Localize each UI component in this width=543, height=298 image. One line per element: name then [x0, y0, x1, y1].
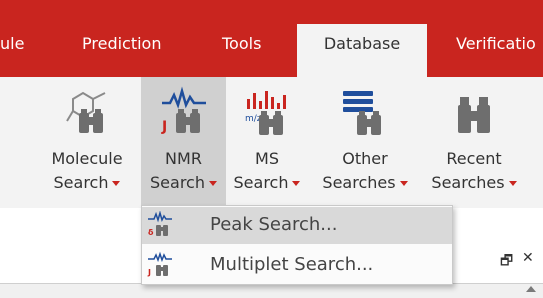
list-binoculars-icon [343, 91, 381, 135]
recent-searches-label-2: Searches [424, 173, 524, 193]
other-searches-button[interactable]: Other Searches [316, 77, 414, 208]
binoculars-icon [458, 97, 490, 133]
nmr-search-button[interactable]: J NMR Search [141, 77, 226, 208]
float-panel-icon[interactable]: 🗗 [500, 250, 513, 274]
scroll-up-icon[interactable] [526, 286, 536, 292]
svg-text:J: J [161, 119, 167, 135]
panel-header-strip [0, 284, 543, 298]
svg-text:δ: δ [148, 228, 154, 237]
svg-text:J: J [147, 268, 151, 277]
nmr-search-dropdown: δ Peak Search... J Multiplet Search... [141, 205, 453, 285]
molecule-binoculars-icon [66, 91, 106, 133]
chevron-down-icon [112, 181, 121, 186]
ms-search-label-2: Search [230, 173, 304, 193]
recent-searches-label-1: Recent [446, 149, 502, 168]
other-searches-label-2: Searches [316, 173, 414, 193]
multiplet-search-label: Multiplet Search... [210, 254, 374, 275]
tab-molecule[interactable]: ule [0, 34, 24, 53]
ribbon-tab-bar: ule Prediction Tools Database Verificati… [0, 0, 543, 77]
nmr-binoculars-icon: J [161, 86, 206, 135]
molecule-search-label-2: Search [44, 173, 130, 193]
ms-binoculars-icon: m/z [245, 91, 286, 135]
menu-item-multiplet-search[interactable]: J Multiplet Search... [142, 247, 452, 284]
close-panel-icon[interactable]: ✕ [522, 250, 534, 266]
molecule-search-label-1: Molecule [51, 149, 123, 168]
nmr-search-label-2: Search [141, 173, 226, 193]
molecule-search-button[interactable]: Molecule Search [44, 77, 130, 208]
menu-item-peak-search[interactable]: δ Peak Search... [142, 207, 452, 244]
multiplet-search-icon: J [147, 251, 172, 277]
ms-search-button[interactable]: m/z MS Search [230, 77, 304, 208]
tab-tools[interactable]: Tools [222, 34, 261, 53]
chevron-down-icon [399, 181, 408, 186]
tab-database[interactable]: Database [297, 24, 427, 77]
peak-search-icon: δ [148, 211, 172, 237]
chevron-down-icon [292, 181, 301, 186]
tab-verification[interactable]: Verificatio [456, 34, 536, 53]
chevron-down-icon [508, 181, 517, 186]
ms-search-label-1: MS [255, 149, 279, 168]
peak-search-label: Peak Search... [210, 214, 338, 235]
nmr-search-label-1: NMR [165, 149, 202, 168]
tab-prediction[interactable]: Prediction [82, 34, 161, 53]
database-ribbon: Molecule Search J NMR Search m/z MS Sear… [0, 77, 543, 208]
other-searches-label-1: Other [342, 149, 388, 168]
chevron-down-icon [208, 181, 217, 186]
recent-searches-button[interactable]: Recent Searches [424, 77, 524, 208]
